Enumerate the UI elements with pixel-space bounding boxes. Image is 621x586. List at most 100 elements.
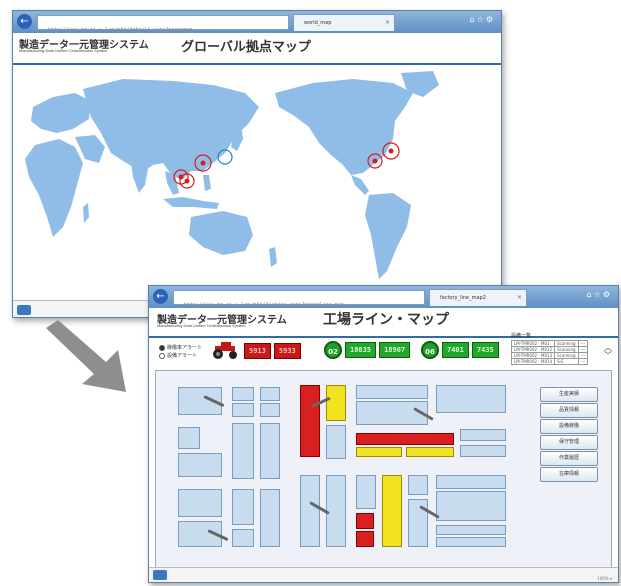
station[interactable] bbox=[178, 489, 222, 517]
station[interactable] bbox=[408, 499, 428, 547]
map-new-zealand bbox=[269, 247, 277, 267]
cell: LM-TMR002 - M01 bbox=[510, 340, 556, 347]
station[interactable] bbox=[232, 423, 254, 479]
back-button[interactable]: ← bbox=[153, 289, 168, 304]
cell: S-E bbox=[554, 358, 579, 365]
equipment-table[interactable]: LM-TMR002 - M01 Scanning --- LM-TMR002 - M… bbox=[510, 340, 588, 365]
map-philippines bbox=[203, 175, 211, 191]
station-alarm[interactable] bbox=[356, 433, 454, 445]
cell: Scanning bbox=[554, 352, 579, 359]
station[interactable] bbox=[460, 429, 506, 441]
map-europe bbox=[31, 93, 91, 133]
counter-value: 18835 bbox=[345, 342, 377, 358]
window-controls[interactable]: ⌂☆⚙ bbox=[470, 15, 495, 24]
map-africa bbox=[25, 139, 83, 237]
side-button-inventory[interactable]: 在庫情報 bbox=[540, 467, 598, 482]
window-controls[interactable]: ⌂☆⚙ bbox=[587, 290, 612, 299]
station[interactable] bbox=[260, 423, 280, 479]
station[interactable] bbox=[232, 489, 254, 525]
tab-label: factory_line_map2 bbox=[440, 295, 486, 301]
station[interactable] bbox=[260, 387, 280, 401]
world-map[interactable] bbox=[13, 67, 499, 297]
station-alarm[interactable] bbox=[300, 385, 320, 457]
scroll-down-icon[interactable]: ﹀ bbox=[604, 350, 612, 361]
station[interactable] bbox=[326, 425, 346, 459]
cell: Scanning bbox=[554, 346, 579, 353]
station[interactable] bbox=[356, 401, 428, 425]
station[interactable] bbox=[436, 537, 506, 547]
side-button-production[interactable]: 生産実績 bbox=[540, 387, 598, 402]
address-bar[interactable]: http://www-ma-ri-s.lan/mfg/default.aspx?… bbox=[37, 15, 289, 33]
cell: --- bbox=[577, 358, 588, 365]
station[interactable] bbox=[408, 475, 428, 495]
back-button[interactable]: ← bbox=[17, 14, 32, 29]
map-india bbox=[131, 163, 149, 193]
station[interactable] bbox=[260, 403, 280, 417]
page-title: グローバル拠点マップ bbox=[181, 39, 311, 54]
close-tab-icon[interactable]: × bbox=[517, 290, 522, 306]
map-indonesia bbox=[163, 197, 219, 209]
station[interactable] bbox=[300, 475, 320, 547]
browser-window-factory-map: ← http://www-ma-ri-s.lan/mfg/factory.asp… bbox=[148, 285, 619, 583]
factory-floor-plan: 生産実績 品質情報 設備稼働 保守管理 作業履歴 在庫情報 bbox=[155, 370, 612, 568]
tab-label: world_map bbox=[304, 20, 332, 26]
station[interactable] bbox=[356, 385, 428, 399]
browser-tab[interactable]: world_map × bbox=[293, 14, 395, 31]
station[interactable] bbox=[436, 475, 506, 489]
side-button-maintenance[interactable]: 保守管理 bbox=[540, 435, 598, 450]
station-warning[interactable] bbox=[326, 385, 346, 421]
station[interactable] bbox=[232, 529, 254, 547]
map-north-america bbox=[275, 79, 413, 175]
map-asia bbox=[83, 79, 259, 179]
map-madagascar bbox=[83, 203, 89, 223]
equipment-list: 設備一覧 LM-TMR002 - M01 Scanning --- LM-TMR00… bbox=[510, 332, 588, 365]
station-warning[interactable] bbox=[382, 475, 402, 547]
station[interactable] bbox=[232, 403, 254, 417]
status-bar: 100% ▾ bbox=[149, 567, 618, 582]
counter-value: 7435 bbox=[471, 342, 499, 358]
map-south-america bbox=[365, 193, 411, 279]
side-button-operation[interactable]: 設備稼働 bbox=[540, 419, 598, 434]
cell: Scanning bbox=[554, 340, 579, 347]
station[interactable] bbox=[178, 453, 222, 477]
station[interactable] bbox=[460, 445, 506, 457]
station[interactable] bbox=[436, 525, 506, 535]
side-button-history[interactable]: 作業履歴 bbox=[540, 451, 598, 466]
station[interactable] bbox=[356, 475, 376, 509]
radio-equipment-alert[interactable]: 設備アラート bbox=[159, 352, 197, 359]
page-title: 工場ライン・マップ bbox=[323, 311, 449, 327]
close-tab-icon[interactable]: × bbox=[385, 15, 390, 31]
counter-group-2: 02 18835 18907 bbox=[324, 341, 411, 359]
transition-arrow-icon bbox=[46, 320, 126, 392]
counter-group-1: 5913 5933 bbox=[244, 343, 301, 359]
station-warning[interactable] bbox=[406, 447, 454, 457]
title-bar: ← http://www-ma-ri-s.lan/mfg/factory.asp… bbox=[149, 286, 618, 308]
line-badge: 02 bbox=[324, 341, 342, 359]
app-icon bbox=[153, 570, 167, 580]
radio-label: 稼働率アラート bbox=[167, 345, 203, 351]
table-row: LM-TMR002 - M014 S-E --- bbox=[510, 358, 588, 365]
browser-tab[interactable]: factory_line_map2 × bbox=[429, 289, 527, 306]
side-button-quality[interactable]: 品質情報 bbox=[540, 403, 598, 418]
zoom-level[interactable]: 100% ▾ bbox=[597, 576, 612, 581]
counter-value: 5913 bbox=[244, 343, 271, 359]
brand-subtitle: Manufacturing Data Unified Centralizatio… bbox=[19, 48, 108, 53]
station[interactable] bbox=[260, 489, 280, 547]
radio-utilization-alert[interactable]: 稼働率アラート bbox=[159, 344, 202, 351]
address-bar[interactable]: http://www-ma-ri-s.lan/mfg/factory.aspx?… bbox=[173, 290, 425, 308]
map-central-america bbox=[351, 175, 369, 195]
title-bar: ← http://www-ma-ri-s.lan/mfg/default.asp… bbox=[13, 11, 501, 33]
station[interactable] bbox=[178, 427, 200, 449]
counter-value: 5933 bbox=[273, 343, 301, 359]
page-header: 製造データ一元管理システム Manufacturing Data Unified… bbox=[13, 33, 501, 63]
station-alarm[interactable] bbox=[356, 513, 374, 529]
station[interactable] bbox=[436, 491, 506, 521]
cell: LM-TMR002 - M014 bbox=[510, 358, 556, 365]
station-alarm[interactable] bbox=[356, 531, 374, 547]
cell: LM-TMR002 - M013 bbox=[510, 352, 556, 359]
station-warning[interactable] bbox=[356, 447, 402, 457]
radio-label: 設備アラート bbox=[167, 353, 198, 359]
browser-window-world-map: ← http://www-ma-ri-s.lan/mfg/default.asp… bbox=[12, 10, 502, 318]
station[interactable] bbox=[232, 387, 254, 401]
station[interactable] bbox=[436, 385, 506, 413]
